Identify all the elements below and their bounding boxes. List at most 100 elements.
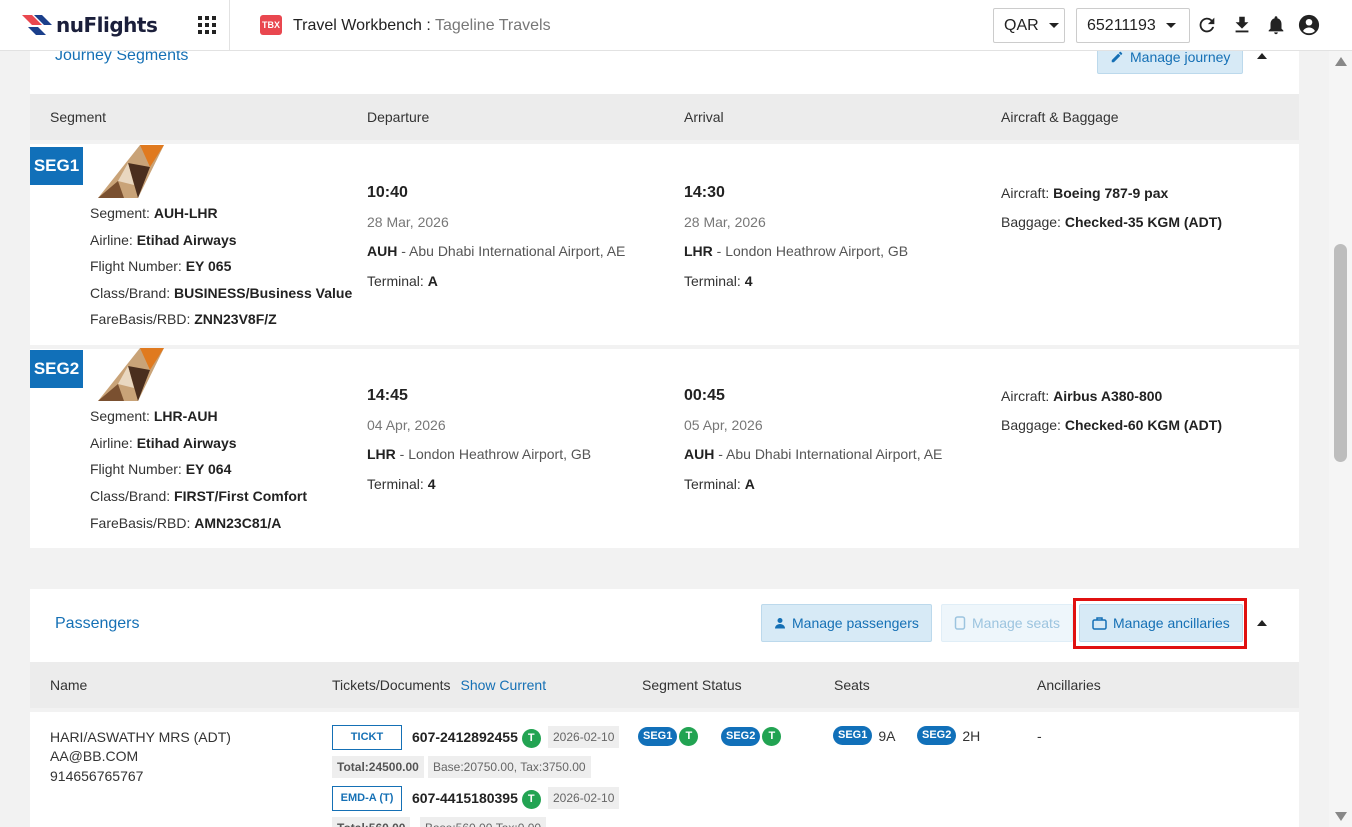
value: Checked-60 KGM (ADT) xyxy=(1064,417,1222,433)
col-aircraft-baggage: Aircraft & Baggage xyxy=(1001,109,1119,125)
top-bar: nuFlights TBX Travel Workbench : Tagelin… xyxy=(0,0,1352,51)
label: Flight Number: xyxy=(90,461,182,477)
segment-badge: SEG1 xyxy=(30,147,83,185)
label: Baggage: xyxy=(1001,214,1061,230)
arrival-time: 14:30 xyxy=(684,184,725,201)
segment-route: Segment: LHR-AUH xyxy=(90,408,218,424)
collapse-journey-icon[interactable] xyxy=(1257,53,1267,59)
value: FIRST/First Comfort xyxy=(174,488,308,504)
row-separator xyxy=(30,140,1299,144)
bell-icon[interactable] xyxy=(1265,14,1287,36)
manage-ancillaries-button[interactable]: Manage ancillaries xyxy=(1079,604,1243,642)
pencil-icon xyxy=(1111,51,1123,62)
passengers-title: Passengers xyxy=(55,615,140,632)
chevron-down-icon xyxy=(1165,23,1176,28)
airport-name: - Abu Dhabi International Airport, AE xyxy=(397,243,626,259)
airport-name: - London Heathrow Airport, GB xyxy=(395,446,592,462)
col-arrival: Arrival xyxy=(684,109,724,125)
baggage-info: Baggage: Checked-35 KGM (ADT) xyxy=(1001,214,1222,230)
airport-code: AUH xyxy=(367,243,398,259)
manage-seats-button[interactable]: Manage seats xyxy=(941,604,1073,642)
segment-status-2: SEG2 T xyxy=(721,727,782,746)
arrival-date: 05 Apr, 2026 xyxy=(684,417,763,433)
label: Terminal: xyxy=(367,273,424,289)
etihad-tail-logo-icon xyxy=(98,348,164,401)
refresh-icon[interactable] xyxy=(1196,14,1218,36)
ticket-total: Total:24500.00 xyxy=(332,756,424,778)
departure-terminal: Terminal: A xyxy=(367,273,438,289)
brand-logo[interactable]: nuFlights xyxy=(22,10,158,40)
collapse-passengers-icon[interactable] xyxy=(1257,620,1267,626)
segment-class-brand: Class/Brand: BUSINESS/Business Value xyxy=(90,285,352,301)
segment-pill: SEG1 xyxy=(833,726,873,745)
manage-seats-label: Manage seats xyxy=(972,615,1060,631)
label: Terminal: xyxy=(684,273,741,289)
header-divider xyxy=(229,0,230,51)
seat-number: 2H xyxy=(962,727,981,744)
scroll-down-icon[interactable] xyxy=(1335,812,1347,821)
seat-assignment-2: SEG2 2H xyxy=(917,726,980,745)
account-select[interactable]: 65211193 xyxy=(1076,8,1190,43)
label: Class/Brand: xyxy=(90,488,171,504)
ticket-breakdown: Base:20750.00, Tax:3750.00 xyxy=(428,756,591,778)
account-value: 65211193 xyxy=(1087,16,1156,34)
nuflights-logo-icon xyxy=(22,15,52,35)
value: A xyxy=(427,273,438,289)
value: 4 xyxy=(744,273,753,289)
value: AUH-LHR xyxy=(153,205,218,221)
apps-grid-icon[interactable] xyxy=(197,15,217,35)
ticket-status-badge: T xyxy=(521,729,541,748)
chevron-down-icon xyxy=(1048,23,1059,28)
ticket-number-value: 607-2412892455 xyxy=(412,729,518,746)
ticket-total: Total:560.00 xyxy=(332,817,411,827)
page-scrollbar[interactable] xyxy=(1329,51,1352,827)
segment-pill: SEG2 xyxy=(721,727,761,746)
brand-name: nuFlights xyxy=(56,13,158,37)
currency-select[interactable]: QAR xyxy=(993,8,1065,43)
ticket-date: 2026-02-10 xyxy=(548,787,620,809)
value: Boeing 787-9 pax xyxy=(1053,185,1169,201)
label: Aircraft: xyxy=(1001,185,1050,201)
manage-ancillaries-label: Manage ancillaries xyxy=(1113,615,1230,631)
value: ZNN23V8F/Z xyxy=(194,311,277,327)
journey-segments-card: Journey Segments Manage journey Segment … xyxy=(30,39,1299,548)
departure-airport: AUH - Abu Dhabi International Airport, A… xyxy=(367,243,625,259)
manage-passengers-button[interactable]: Manage passengers xyxy=(761,604,932,642)
etihad-tail-logo-icon xyxy=(98,145,164,198)
arrival-airport: AUH - Abu Dhabi International Airport, A… xyxy=(684,446,942,462)
departure-airport: LHR - London Heathrow Airport, GB xyxy=(367,446,591,462)
show-current-link[interactable]: Show Current xyxy=(461,677,547,693)
label: Baggage: xyxy=(1001,417,1061,433)
segment-flight-number: Flight Number: EY 064 xyxy=(90,461,231,477)
departure-time: 10:40 xyxy=(367,184,408,201)
label: Terminal: xyxy=(684,476,741,492)
col-departure: Departure xyxy=(367,109,430,125)
value: EY 065 xyxy=(185,258,232,274)
aircraft-info: Aircraft: Boeing 787-9 pax xyxy=(1001,185,1168,201)
download-icon[interactable] xyxy=(1231,14,1253,36)
airport-code: LHR xyxy=(684,243,713,259)
label: Segment: xyxy=(90,408,150,424)
col-tickets: Tickets/Documents Show Current xyxy=(332,677,546,693)
label: Aircraft: xyxy=(1001,388,1050,404)
page-title: Travel Workbench : Tageline Travels xyxy=(293,17,551,35)
row-separator xyxy=(30,708,1299,712)
departure-time: 14:45 xyxy=(367,387,408,404)
ticket-breakdown: Base:560.00,Tax:0.00 xyxy=(420,817,547,827)
passenger-phone: 914656765767 xyxy=(50,768,144,784)
departure-date: 04 Apr, 2026 xyxy=(367,417,446,433)
value: Etihad Airways xyxy=(136,435,237,451)
scroll-up-icon[interactable] xyxy=(1335,57,1347,66)
document-type-tag[interactable]: EMD-A (T) xyxy=(332,786,402,811)
value: AMN23C81/A xyxy=(194,515,282,531)
arrival-terminal: Terminal: 4 xyxy=(684,273,752,289)
briefcase-icon xyxy=(1092,617,1107,630)
scrollbar-thumb[interactable] xyxy=(1334,244,1347,462)
arrival-date: 28 Mar, 2026 xyxy=(684,214,766,230)
document-type-tag[interactable]: TICKT xyxy=(332,725,402,750)
agency-name: Tageline Travels xyxy=(434,17,551,34)
account-icon[interactable] xyxy=(1298,14,1320,36)
ticket-date: 2026-02-10 xyxy=(548,726,620,748)
ticket-number-value: 607-4415180395 xyxy=(412,790,518,807)
seat-number: 9A xyxy=(878,727,896,744)
